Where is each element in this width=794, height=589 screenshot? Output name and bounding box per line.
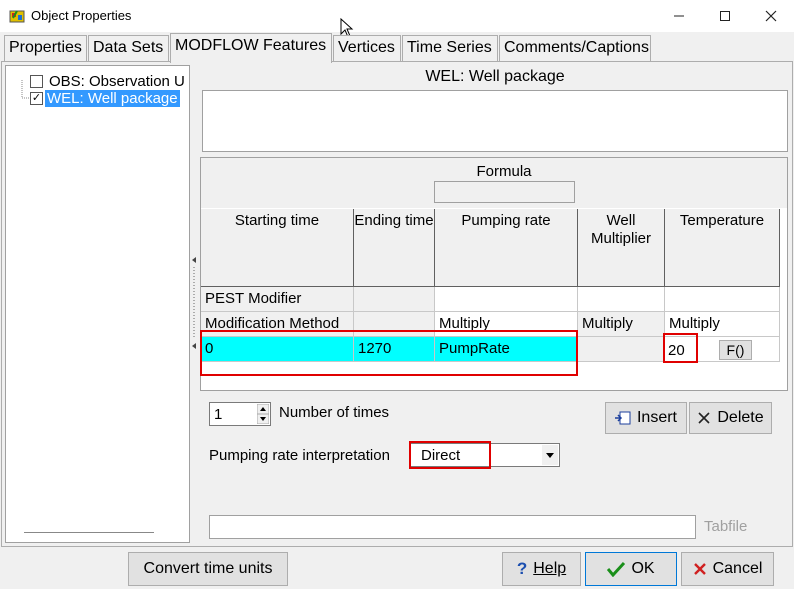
app-icon bbox=[9, 8, 25, 24]
header-temperature[interactable]: Temperature bbox=[665, 209, 780, 287]
delete-label: Delete bbox=[717, 409, 764, 426]
cancel-x-icon bbox=[693, 563, 706, 575]
tree-item-wel[interactable]: ✓ WEL: Well package bbox=[30, 88, 180, 108]
convert-time-units-button[interactable]: Convert time units bbox=[128, 552, 288, 586]
formula-label: Formula bbox=[476, 163, 532, 180]
highlight-row-callout bbox=[200, 330, 578, 376]
tree-item-label: WEL: Well package bbox=[45, 89, 180, 107]
tabfile-label: Tabfile bbox=[704, 518, 748, 535]
splitter-grip-icon bbox=[192, 257, 196, 349]
number-of-times-value[interactable]: 1 bbox=[214, 406, 222, 423]
insert-row-icon bbox=[614, 411, 631, 425]
header-well-multiplier[interactable]: Well Multiplier bbox=[578, 209, 665, 287]
pest-modifier-cell[interactable] bbox=[665, 287, 780, 312]
close-button[interactable] bbox=[748, 0, 794, 32]
help-label: Help bbox=[533, 560, 567, 577]
delete-icon bbox=[698, 412, 710, 424]
tabfile-input[interactable] bbox=[209, 515, 696, 539]
highlight-temperature-callout bbox=[663, 333, 698, 363]
tab-time-series[interactable]: Time Series bbox=[402, 35, 498, 61]
number-of-times-spinner[interactable]: 1 bbox=[209, 402, 271, 426]
wel-checkbox[interactable]: ✓ bbox=[30, 91, 43, 105]
header-ending-time[interactable]: Ending time bbox=[354, 209, 435, 287]
tree-hscroll-line bbox=[24, 532, 154, 533]
cancel-label: Cancel bbox=[712, 560, 763, 577]
pumping-interpretation-label: Pumping rate interpretation bbox=[209, 447, 390, 464]
package-description-box[interactable] bbox=[202, 90, 788, 152]
help-button[interactable]: ? Help bbox=[502, 552, 581, 586]
tree-item-label: OBS: Observation U bbox=[49, 72, 185, 90]
feature-tree[interactable]: OBS: Observation U ✓ WEL: Well package bbox=[5, 65, 190, 543]
modification-method-cell[interactable]: Multiply bbox=[578, 312, 665, 337]
tab-comments-captions[interactable]: Comments/Captions bbox=[499, 35, 651, 61]
maximize-button[interactable] bbox=[702, 0, 748, 32]
pest-modifier-cell[interactable] bbox=[435, 287, 578, 312]
insert-label: Insert bbox=[636, 409, 677, 426]
tab-modflow-features[interactable]: MODFLOW Features bbox=[170, 33, 332, 63]
checkmark-icon bbox=[607, 561, 626, 577]
number-of-times-label: Number of times bbox=[279, 404, 390, 421]
window-title: Object Properties bbox=[31, 8, 132, 23]
highlight-direct-callout bbox=[409, 441, 491, 469]
pest-modifier-cell[interactable] bbox=[578, 287, 665, 312]
tab-properties[interactable]: Properties bbox=[4, 35, 87, 61]
pest-modifier-cell[interactable] bbox=[354, 287, 435, 312]
spinner-arrows-icon[interactable] bbox=[257, 404, 269, 424]
delete-button[interactable]: Delete bbox=[689, 402, 772, 434]
chevron-down-icon[interactable] bbox=[542, 445, 558, 465]
pest-modifier-label: PEST Modifier bbox=[201, 287, 354, 312]
tab-data-sets[interactable]: Data Sets bbox=[88, 35, 169, 61]
header-pumping-rate[interactable]: Pumping rate bbox=[435, 209, 578, 287]
header-starting-time[interactable]: Starting time bbox=[201, 209, 354, 287]
tab-vertices[interactable]: Vertices bbox=[333, 35, 401, 61]
formula-input[interactable] bbox=[434, 181, 575, 203]
cancel-button[interactable]: Cancel bbox=[681, 552, 774, 586]
title-bar: Object Properties bbox=[0, 0, 794, 38]
ok-label: OK bbox=[631, 560, 655, 577]
minimize-button[interactable] bbox=[656, 0, 702, 32]
cell-well-multiplier[interactable] bbox=[578, 337, 665, 362]
obs-checkbox[interactable] bbox=[30, 74, 43, 88]
package-title: WEL: Well package bbox=[425, 68, 565, 85]
ok-button[interactable]: OK bbox=[585, 552, 677, 586]
panel-splitter[interactable] bbox=[190, 65, 198, 543]
help-icon: ? bbox=[516, 559, 528, 578]
formula-button[interactable]: F() bbox=[719, 340, 752, 360]
insert-button[interactable]: Insert bbox=[605, 402, 687, 434]
